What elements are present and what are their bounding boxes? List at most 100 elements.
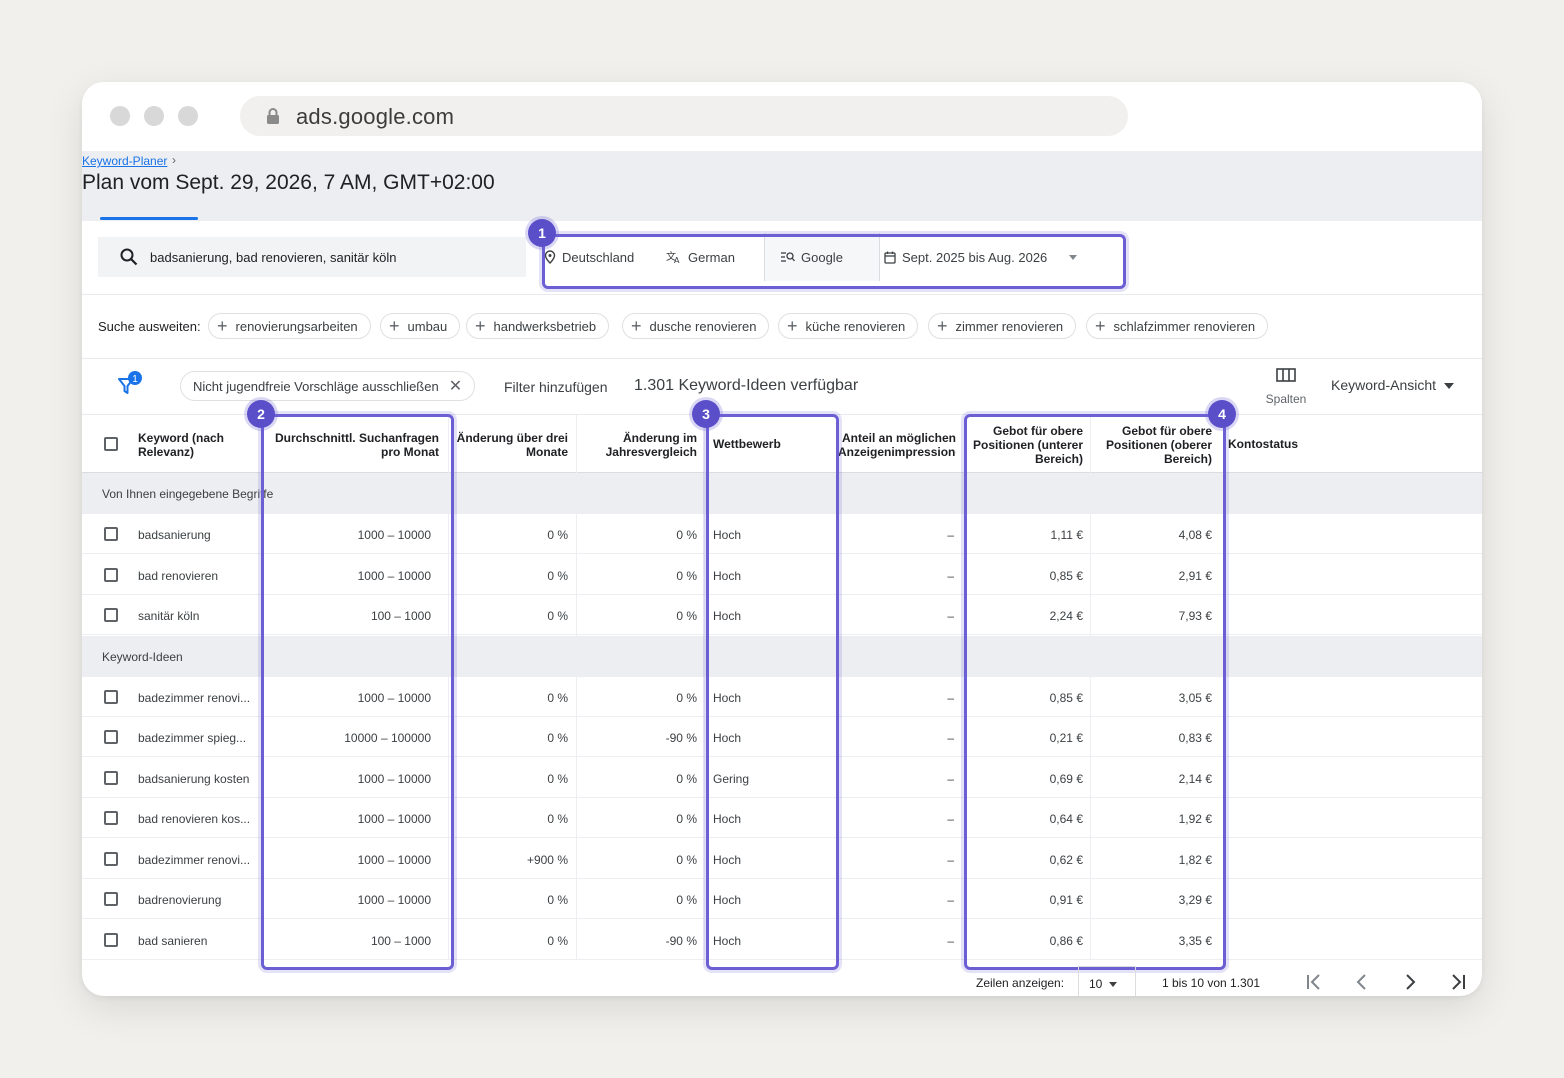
three-month-change-cell: 0 %	[547, 771, 568, 786]
chip-label: renovierungsarbeiten	[235, 318, 358, 334]
network-label: Google	[801, 249, 843, 265]
competition-cell: Hoch	[713, 609, 742, 623]
rows-per-page-value: 10	[1089, 977, 1103, 991]
three-month-change-cell: +900 %	[526, 852, 568, 867]
expand-chip[interactable]: + zimmer renovieren	[928, 313, 1077, 339]
active-filter-chip[interactable]: Nicht jugendfreie Vorschläge ausschließe…	[180, 371, 476, 401]
three-month-change-cell: 0 %	[547, 812, 568, 826]
keyword-view-dropdown[interactable]: Keyword-Ansicht	[1331, 377, 1455, 393]
location-selector[interactable]: Deutschland	[544, 233, 654, 281]
table-row[interactable]: badezimmer renovi... 1000 – 10000 +900 % 0 …	[82, 839, 1482, 879]
next-page-icon[interactable]	[1400, 972, 1420, 992]
competition-cell: Gering	[713, 771, 750, 786]
table-row[interactable]: badezimmer renovi... 1000 – 10000 0 % 0 % Ho…	[82, 677, 1482, 717]
bid-low-cell: 1,11 €	[1050, 528, 1083, 542]
header-impression-share[interactable]: Anteil an möglichenAnzeigenimpressionen	[838, 431, 956, 459]
bid-low-cell: 0,62 €	[1049, 852, 1083, 867]
window-minimize-dot[interactable]	[144, 106, 164, 126]
row-checkbox[interactable]	[104, 689, 118, 704]
table-row[interactable]: bad renovieren kos... 1000 – 10000 0 % 0 % H…	[82, 798, 1482, 838]
header-yoy-change[interactable]: Änderung im Jahresvergleich	[582, 431, 697, 459]
rows-per-page-select[interactable]: 10	[1078, 966, 1136, 996]
impression-share-cell: –	[947, 852, 954, 867]
header-bid-high[interactable]: Gebot für obere Positionen (oberer Bereich…	[1096, 424, 1212, 466]
header-three-month-change[interactable]: Änderung über drei Monate	[452, 431, 568, 459]
active-tab-indicator	[100, 217, 198, 220]
row-checkbox[interactable]	[104, 608, 118, 622]
filter-icon[interactable]: 1	[116, 371, 146, 397]
select-all-checkbox[interactable]	[104, 437, 118, 451]
expand-chip[interactable]: + handwerksbetrieb	[466, 313, 610, 339]
row-checkbox[interactable]	[104, 851, 118, 866]
row-checkbox[interactable]	[104, 527, 118, 541]
table-row[interactable]: badsanierung kosten 1000 – 10000 0 % 0 % Ger…	[82, 758, 1482, 798]
breadcrumb-link[interactable]: Keyword-Planer	[82, 154, 167, 168]
expand-chip[interactable]: + schlafzimmer renovieren	[1086, 313, 1269, 339]
close-icon[interactable]: ✕	[449, 376, 462, 396]
annotation-badge: 4	[1208, 400, 1236, 428]
table-row[interactable]: bad renovieren 1000 – 10000 0 % 0 % Hoch – 0,8…	[82, 555, 1482, 595]
expand-search-row: Suche ausweiten: + renovierungsarbeiten +…	[82, 295, 1482, 359]
row-checkbox[interactable]	[104, 811, 118, 825]
language-label: German	[688, 249, 735, 265]
competition-cell: Hoch	[713, 528, 742, 542]
search-query: badsanierung, bad renovieren, sanitär kö…	[150, 250, 397, 265]
row-checkbox[interactable]	[104, 892, 118, 906]
avg-searches-cell: 1000 – 10000	[357, 812, 431, 826]
impression-share-cell: –	[947, 690, 954, 705]
header-competition[interactable]: Wettbewerb	[713, 437, 781, 451]
table-row[interactable]: sanitär köln 100 – 1000 0 % 0 % Hoch – 2,24 € 7…	[82, 595, 1482, 635]
bid-low-cell: 2,24 €	[1049, 609, 1083, 623]
first-page-icon[interactable]	[1304, 972, 1324, 992]
yoy-change-cell: 0 %	[676, 528, 697, 542]
impression-share-cell: –	[947, 893, 954, 907]
competition-cell: Hoch	[713, 933, 742, 948]
browser-window: ads.google.com Keyword-Planer › Plan vom…	[82, 82, 1482, 996]
header-bid-low[interactable]: Gebot für obere Positionen (unterer Bereic…	[968, 424, 1083, 466]
rows-per-page-label: Zeilen anzeigen:	[976, 976, 1065, 990]
columns-button[interactable]: Spalten	[1254, 367, 1318, 406]
avg-searches-cell: 1000 – 10000	[357, 528, 431, 542]
bid-high-cell: 1,92 €	[1178, 812, 1212, 826]
column-divider	[704, 415, 705, 960]
annotation-badge: 3	[692, 400, 720, 428]
table-row[interactable]: badsanierung 1000 – 10000 0 % 0 % Hoch – 1,11 …	[82, 514, 1482, 554]
bid-low-cell: 0,85 €	[1049, 690, 1083, 705]
table-row[interactable]: badezimmer spieg... 10000 – 100000 0 % -90 …	[82, 717, 1482, 757]
date-range-selector[interactable]: Sept. 2025 bis Aug. 2026	[884, 233, 1106, 281]
row-checkbox[interactable]	[104, 730, 118, 744]
address-bar[interactable]: ads.google.com	[240, 96, 1128, 136]
expand-chip[interactable]: + dusche renovieren	[622, 313, 770, 339]
translate-icon: 文 A	[666, 250, 680, 264]
keyword-search-field[interactable]: badsanierung, bad renovieren, sanitär kö…	[98, 237, 526, 277]
table-row[interactable]: badrenovierung 1000 – 10000 0 % 0 % Hoch – 0,9…	[82, 879, 1482, 919]
previous-page-icon[interactable]	[1352, 972, 1372, 992]
keyword-cell: badrenovierung	[138, 893, 222, 907]
row-checkbox[interactable]	[104, 567, 118, 582]
expand-chip[interactable]: + renovierungsarbeiten	[208, 313, 371, 339]
filter-count: 1	[132, 374, 138, 385]
language-selector[interactable]: 文 A German	[666, 233, 762, 281]
bid-low-cell: 0,69 €	[1049, 771, 1083, 786]
chip-label: dusche renovieren	[649, 318, 757, 334]
table-row[interactable]: bad sanieren 100 – 1000 0 % -90 % Hoch – 0,86 …	[82, 920, 1482, 960]
last-page-icon[interactable]	[1448, 972, 1468, 992]
annotation-badge: 2	[247, 400, 275, 428]
breadcrumb-arrow-icon: ›	[172, 153, 176, 167]
row-checkbox[interactable]	[104, 932, 118, 947]
avg-searches-cell: 100 – 1000	[370, 609, 431, 623]
expand-chip[interactable]: + umbau	[380, 313, 461, 339]
yoy-change-cell: 0 %	[676, 893, 697, 907]
avg-searches-cell: 1000 – 10000	[357, 852, 431, 867]
plus-icon: +	[937, 316, 948, 336]
network-selector[interactable]: Google	[764, 233, 880, 281]
row-checkbox[interactable]	[104, 770, 118, 785]
header-keyword[interactable]: Keyword (nach Relevanz)	[138, 431, 224, 459]
header-account-status[interactable]: Kontostatus	[1228, 437, 1298, 451]
header-avg-searches[interactable]: Durchschnittl. Suchanfragen pro Monat	[262, 431, 439, 459]
expand-search-label: Suche ausweiten:	[98, 319, 201, 334]
expand-chip[interactable]: + küche renovieren	[778, 313, 919, 339]
window-maximize-dot[interactable]	[178, 106, 198, 126]
window-close-dot[interactable]	[110, 106, 130, 126]
add-filter-button[interactable]: Filter hinzufügen	[504, 379, 608, 395]
